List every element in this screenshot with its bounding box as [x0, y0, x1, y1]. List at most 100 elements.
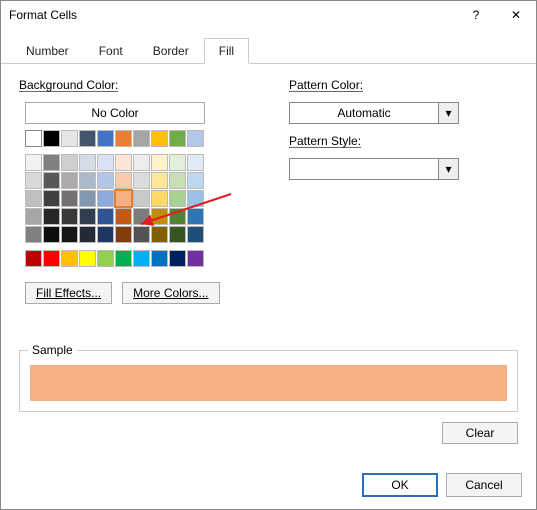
- color-swatch[interactable]: [25, 130, 42, 147]
- sample-preview: [30, 365, 507, 401]
- fill-effects-button[interactable]: Fill Effects...: [25, 282, 112, 304]
- color-swatch[interactable]: [61, 190, 78, 207]
- color-swatch[interactable]: [115, 250, 132, 267]
- pattern-color-combo[interactable]: Automatic ▾: [289, 102, 459, 124]
- color-swatch[interactable]: [43, 130, 60, 147]
- color-swatch[interactable]: [151, 190, 168, 207]
- color-swatch[interactable]: [97, 172, 114, 189]
- color-swatch[interactable]: [169, 250, 186, 267]
- background-color-label: Background Color:: [19, 78, 118, 92]
- color-swatch[interactable]: [25, 226, 42, 243]
- help-icon: ?: [473, 8, 480, 22]
- color-swatch[interactable]: [43, 154, 60, 171]
- color-swatch[interactable]: [133, 226, 150, 243]
- color-swatch[interactable]: [97, 130, 114, 147]
- color-swatch[interactable]: [61, 154, 78, 171]
- close-icon: ✕: [511, 8, 521, 22]
- color-swatch[interactable]: [133, 130, 150, 147]
- color-swatch[interactable]: [133, 172, 150, 189]
- color-swatch[interactable]: [115, 154, 132, 171]
- ok-button[interactable]: OK: [362, 473, 438, 497]
- color-swatch[interactable]: [79, 130, 96, 147]
- color-swatch[interactable]: [187, 226, 204, 243]
- format-cells-dialog: Format Cells ? ✕ Number Font Border Fill…: [0, 0, 537, 510]
- more-colors-button[interactable]: More Colors...: [122, 282, 219, 304]
- standard-colors-row: [25, 250, 259, 268]
- color-swatch[interactable]: [187, 172, 204, 189]
- color-swatch[interactable]: [169, 208, 186, 225]
- color-swatch[interactable]: [97, 154, 114, 171]
- color-swatch[interactable]: [79, 226, 96, 243]
- color-swatch[interactable]: [79, 250, 96, 267]
- help-button[interactable]: ?: [456, 1, 496, 29]
- color-swatch[interactable]: [43, 250, 60, 267]
- pattern-color-value: Automatic: [290, 106, 438, 120]
- color-swatch[interactable]: [187, 154, 204, 171]
- tab-font[interactable]: Font: [84, 38, 138, 64]
- color-swatch[interactable]: [169, 172, 186, 189]
- color-swatch[interactable]: [79, 190, 96, 207]
- dialog-body: Background Color: No Color Fill Effects.…: [1, 64, 536, 463]
- color-swatch[interactable]: [25, 154, 42, 171]
- color-swatch[interactable]: [115, 226, 132, 243]
- color-swatch[interactable]: [25, 250, 42, 267]
- color-swatch[interactable]: [169, 154, 186, 171]
- color-swatch[interactable]: [79, 208, 96, 225]
- color-swatch[interactable]: [187, 250, 204, 267]
- color-swatch[interactable]: [61, 226, 78, 243]
- color-swatch[interactable]: [97, 250, 114, 267]
- color-swatch[interactable]: [97, 226, 114, 243]
- color-swatch[interactable]: [61, 130, 78, 147]
- color-swatch[interactable]: [151, 208, 168, 225]
- color-swatch[interactable]: [43, 226, 60, 243]
- tab-fill[interactable]: Fill: [204, 38, 249, 64]
- color-swatch[interactable]: [97, 190, 114, 207]
- tab-number[interactable]: Number: [11, 38, 84, 64]
- color-swatch[interactable]: [97, 208, 114, 225]
- color-swatch[interactable]: [169, 130, 186, 147]
- color-swatch[interactable]: [61, 208, 78, 225]
- theme-colors-row: [25, 130, 259, 148]
- color-swatch[interactable]: [151, 226, 168, 243]
- pattern-style-label: Pattern Style:: [289, 134, 361, 148]
- color-swatch[interactable]: [115, 208, 132, 225]
- dialog-footer: OK Cancel: [1, 463, 536, 509]
- titlebar: Format Cells ? ✕: [1, 1, 536, 29]
- color-swatch[interactable]: [79, 172, 96, 189]
- chevron-down-icon: ▾: [438, 103, 458, 123]
- color-swatch[interactable]: [169, 190, 186, 207]
- color-swatch[interactable]: [43, 208, 60, 225]
- color-swatch[interactable]: [169, 226, 186, 243]
- color-swatch[interactable]: [115, 190, 132, 207]
- close-button[interactable]: ✕: [496, 1, 536, 29]
- color-swatch[interactable]: [187, 190, 204, 207]
- color-swatch[interactable]: [61, 250, 78, 267]
- window-title: Format Cells: [9, 8, 456, 22]
- color-swatch[interactable]: [133, 250, 150, 267]
- color-swatch[interactable]: [133, 190, 150, 207]
- color-swatch[interactable]: [79, 154, 96, 171]
- color-swatch[interactable]: [43, 172, 60, 189]
- no-color-button[interactable]: No Color: [25, 102, 205, 124]
- color-swatch[interactable]: [43, 190, 60, 207]
- cancel-button[interactable]: Cancel: [446, 473, 522, 497]
- color-swatch[interactable]: [151, 130, 168, 147]
- tab-border[interactable]: Border: [138, 38, 204, 64]
- clear-button[interactable]: Clear: [442, 422, 518, 444]
- color-swatch[interactable]: [187, 208, 204, 225]
- color-swatch[interactable]: [115, 130, 132, 147]
- color-swatch[interactable]: [133, 208, 150, 225]
- color-swatch[interactable]: [115, 172, 132, 189]
- color-swatch[interactable]: [151, 154, 168, 171]
- color-swatch[interactable]: [151, 250, 168, 267]
- color-swatch[interactable]: [25, 208, 42, 225]
- background-color-section: Background Color: No Color Fill Effects.…: [19, 78, 259, 304]
- color-swatch[interactable]: [133, 154, 150, 171]
- pattern-style-combo[interactable]: ▾: [289, 158, 459, 180]
- color-swatch[interactable]: [187, 130, 204, 147]
- color-swatch[interactable]: [25, 172, 42, 189]
- color-swatch[interactable]: [25, 190, 42, 207]
- color-swatch[interactable]: [151, 172, 168, 189]
- color-swatch[interactable]: [61, 172, 78, 189]
- pattern-section: Pattern Color: Automatic ▾ Pattern Style…: [289, 78, 518, 304]
